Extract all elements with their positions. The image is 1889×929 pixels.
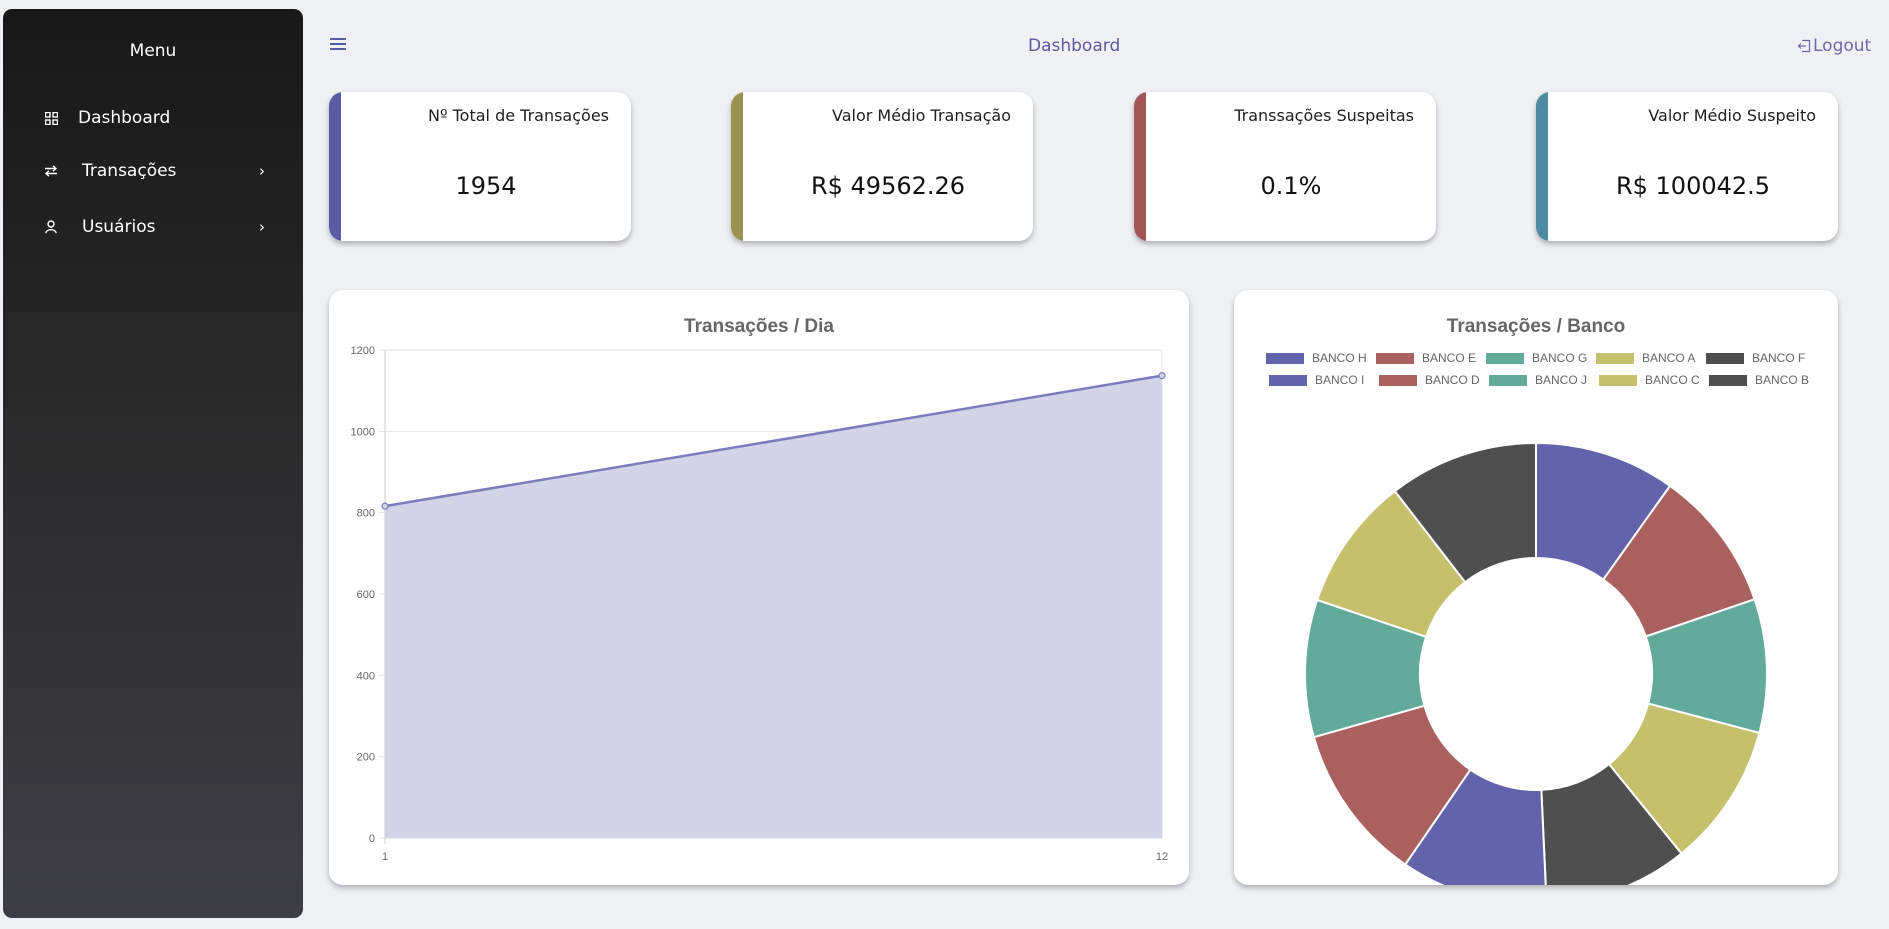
y-tick-label: 0	[369, 833, 375, 845]
data-point[interactable]	[381, 502, 389, 510]
line-chart: 0 200 400 600 800 1000 1200 1 12	[351, 345, 1169, 863]
menu-toggle-button[interactable]	[330, 36, 348, 52]
kpi-accent-bar	[1134, 92, 1146, 241]
kpi-title: Valor Médio Suspeito	[1648, 106, 1816, 125]
y-tick-label: 600	[357, 589, 375, 601]
legend-swatch	[1596, 353, 1634, 364]
kpi-accent-bar	[731, 92, 743, 241]
legend-label[interactable]: BANCO J	[1535, 373, 1587, 387]
kpi-accent-bar	[329, 92, 341, 241]
kpi-card-total-transactions: Nº Total de Transações 1954	[329, 92, 631, 241]
kpi-card-average-transaction: Valor Médio Transação R$ 49562.26	[731, 92, 1033, 241]
sidebar: Menu Dashboard Transações › Usuários ›	[3, 9, 303, 918]
legend-swatch	[1486, 353, 1524, 364]
sidebar-item-transacoes[interactable]: Transações ›	[3, 150, 303, 192]
data-point[interactable]	[1158, 372, 1166, 380]
kpi-card-suspicious-transactions: Transsações Suspeitas 0.1%	[1134, 92, 1436, 241]
y-tick-label: 800	[357, 508, 375, 520]
sidebar-item-label: Usuários	[82, 217, 156, 237]
chart-panel-transactions-per-bank: Transações / Banco BANCO H BANCO E BANCO G…	[1234, 290, 1838, 885]
legend-swatch	[1706, 353, 1744, 364]
area-fill	[385, 375, 1162, 838]
legend-label[interactable]: BANCO D	[1425, 373, 1480, 387]
chevron-right-icon: ›	[259, 162, 265, 180]
sidebar-title: Menu	[129, 41, 177, 61]
logout-button[interactable]: Logout	[1797, 36, 1871, 56]
user-icon	[43, 219, 59, 235]
sidebar-item-label: Dashboard	[78, 108, 171, 128]
legend-label[interactable]: BANCO E	[1422, 351, 1476, 365]
kpi-value: 1954	[455, 172, 517, 200]
legend-label[interactable]: BANCO C	[1645, 373, 1700, 387]
chart-panel-transactions-per-day: Transações / Dia 0 200 400 600 800 1000 1200 1 1…	[329, 290, 1189, 885]
legend-label[interactable]: BANCO I	[1315, 373, 1364, 387]
logout-icon	[1797, 39, 1811, 53]
kpi-value: 0.1%	[1260, 172, 1322, 200]
legend-swatch	[1599, 375, 1637, 386]
legend-label[interactable]: BANCO B	[1755, 373, 1809, 387]
legend-label[interactable]: BANCO G	[1532, 351, 1587, 365]
grid-icon	[43, 110, 59, 126]
legend-label[interactable]: BANCO F	[1752, 351, 1805, 365]
x-tick-label: 1	[382, 851, 388, 863]
y-tick-label: 400	[357, 670, 375, 682]
y-tick-label: 1200	[351, 345, 375, 357]
kpi-value: R$ 49562.26	[810, 172, 966, 200]
transfer-icon	[43, 163, 59, 179]
kpi-title: Nº Total de Transações	[428, 106, 609, 125]
hamburger-icon	[330, 38, 346, 50]
page-title: Dashboard	[1028, 36, 1121, 56]
chevron-right-icon: ›	[259, 218, 265, 236]
logout-label: Logout	[1813, 36, 1872, 56]
doughnut-chart: BANCO H BANCO E BANCO G BANCO A BANCO F BANCO…	[1266, 351, 1809, 885]
legend-swatch	[1379, 375, 1417, 386]
legend-swatch	[1266, 353, 1304, 364]
kpi-card-average-suspicious: Valor Médio Suspeito R$ 100042.5	[1536, 92, 1838, 241]
y-tick-label: 1000	[351, 426, 375, 438]
legend-swatch	[1376, 353, 1414, 364]
sidebar-item-usuarios[interactable]: Usuários ›	[3, 206, 303, 248]
kpi-title: Transsações Suspeitas	[1234, 106, 1414, 125]
kpi-accent-bar	[1536, 92, 1548, 241]
sidebar-item-label: Transações	[82, 161, 177, 181]
legend-swatch	[1709, 375, 1747, 386]
x-tick-label: 12	[1156, 851, 1168, 863]
legend-label[interactable]: BANCO A	[1642, 351, 1695, 365]
kpi-title: Valor Médio Transação	[831, 106, 1011, 125]
legend-swatch	[1269, 375, 1307, 386]
y-tick-label: 200	[357, 752, 375, 764]
kpi-value: R$ 100042.5	[1615, 172, 1771, 200]
legend-label[interactable]: BANCO H	[1312, 351, 1367, 365]
sidebar-item-dashboard[interactable]: Dashboard	[3, 97, 303, 139]
legend-swatch	[1489, 375, 1527, 386]
